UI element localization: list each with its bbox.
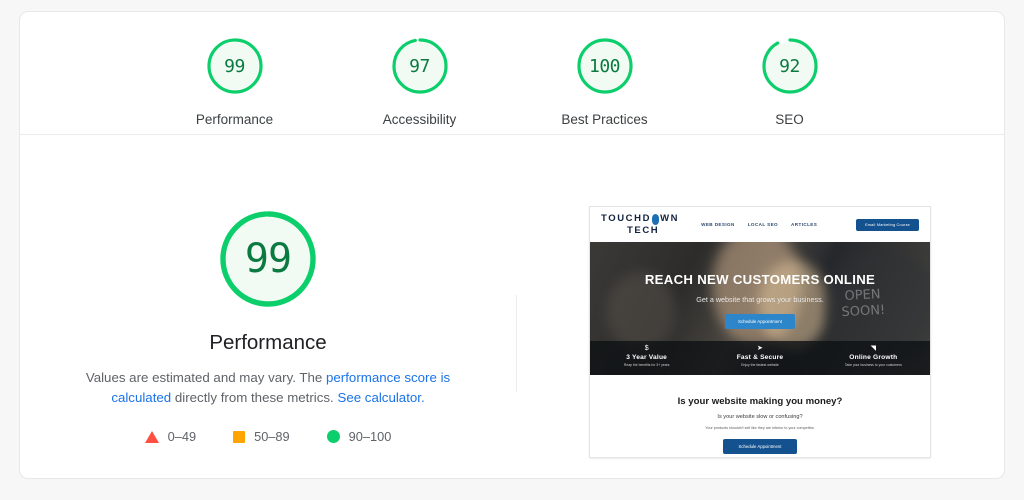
hero-heading: REACH NEW CUSTOMERS ONLINE (644, 272, 876, 287)
feature-online-growth: ◥ Online Growth Take your business to yo… (817, 341, 930, 375)
legend-label-fail: 0–49 (167, 429, 197, 444)
gauge-seo-small: 92 (759, 35, 821, 97)
triangle-icon (144, 430, 159, 443)
feature-title-1: 3 Year Value (626, 354, 668, 361)
see-calculator-link[interactable]: See calculator. (337, 390, 424, 405)
score-item-seo[interactable]: 92 SEO (727, 35, 852, 127)
gauge-performance-small: 99 (204, 35, 266, 97)
thumbnail-site-nav: WEB DESIGN LOCAL SEO ARTICLES (701, 222, 817, 227)
score-label-best-practices: Best Practices (561, 112, 648, 127)
nav-item-articles: ARTICLES (791, 222, 818, 227)
page-title: Performance (209, 331, 327, 354)
nav-item-local-seo: LOCAL SEO (747, 222, 779, 227)
performance-detail-column: 99 Performance Values are estimated and … (20, 135, 516, 444)
lower-sub-2: Your products shouldn't sell like they a… (705, 426, 815, 430)
chart-icon: ◥ (870, 345, 877, 352)
lower-cta-button: Schedule Appointment (723, 439, 797, 454)
pagespeed-report: 99 Performance 97 Accessibility 100 Best… (0, 0, 1024, 500)
score-summary-strip: 99 Performance 97 Accessibility 100 Best… (20, 12, 1004, 135)
feature-sub-2: Enjoy the fastest website (741, 363, 779, 367)
gauge-performance-large-value: 99 (244, 236, 292, 282)
page-screenshot-column: TOUCHD WN TECH WEB DESIGN LOCAL SEO ARTIC… (516, 135, 1004, 458)
nav-item-web-design: WEB DESIGN (701, 222, 735, 227)
gauge-performance-value: 99 (224, 55, 245, 77)
site-logo: TOUCHD WN TECH (601, 213, 679, 236)
lower-heading: Is your website making you money? (677, 396, 843, 407)
lower-sub-1: Is your website slow or confusing? (717, 414, 803, 420)
legend-item-average: 50–89 (233, 429, 290, 444)
site-logo-text-1: TOUCHD (601, 213, 652, 224)
thumbnail-header-cta-button: Email Marketing Course (856, 218, 919, 231)
site-logo-line1: TOUCHD WN (601, 213, 680, 226)
score-label-seo: SEO (775, 112, 804, 127)
site-logo-line2: TECH (627, 225, 660, 237)
feature-sub-1: Reap the benefits for 3+ years (623, 363, 670, 367)
score-label-accessibility: Accessibility (382, 112, 457, 127)
legend-label-average: 50–89 (254, 429, 290, 444)
rocket-icon: ➤ (757, 345, 763, 352)
description-middle: directly from these metrics. (171, 390, 338, 405)
gauge-accessibility-small: 97 (389, 35, 451, 97)
thumbnail-hero-content: REACH NEW CUSTOMERS ONLINE Get a website… (590, 242, 930, 329)
square-icon (233, 430, 246, 443)
feature-sub-3: Take your business to your customers (844, 363, 902, 367)
football-icon (652, 214, 660, 226)
score-item-best-practices[interactable]: 100 Best Practices (542, 35, 667, 127)
score-gauges-row: 99 Performance 97 Accessibility 100 Best… (172, 35, 852, 127)
feature-title-3: Online Growth (849, 354, 898, 361)
score-item-accessibility[interactable]: 97 Accessibility (357, 35, 482, 127)
page-screenshot-thumbnail[interactable]: TOUCHD WN TECH WEB DESIGN LOCAL SEO ARTIC… (589, 206, 931, 458)
thumbnail-feature-band: $ 3 Year Value Reap the benefits for 3+ … (590, 341, 930, 375)
thumbnail-lower-section: Is your website making you money? Is you… (590, 375, 930, 457)
circle-icon (326, 430, 340, 443)
site-logo-text-2: WN (660, 213, 680, 224)
hero-cta-button: Schedule Appointment (725, 314, 795, 329)
feature-title-2: Fast & Secure (736, 354, 784, 361)
dollar-icon: $ (644, 345, 649, 352)
gauge-seo-value: 92 (779, 55, 800, 77)
report-card: 99 Performance 97 Accessibility 100 Best… (19, 11, 1005, 479)
feature-3-year-value: $ 3 Year Value Reap the benefits for 3+ … (590, 341, 703, 375)
hero-subheading: Get a website that grows your business. (696, 295, 824, 304)
score-label-performance: Performance (195, 112, 274, 127)
gauge-performance-large: 99 (214, 205, 322, 313)
legend-item-fail: 0–49 (144, 429, 197, 444)
score-item-performance[interactable]: 99 Performance (172, 35, 297, 127)
gauge-accessibility-value: 97 (409, 55, 430, 77)
performance-description: Values are estimated and may vary. The p… (58, 368, 478, 408)
gauge-best-practices-value: 100 (588, 55, 621, 77)
description-prefix: Values are estimated and may vary. The (85, 370, 327, 385)
gauge-best-practices-small: 100 (574, 35, 636, 97)
legend-label-pass: 90–100 (348, 429, 392, 444)
thumbnail-site-header: TOUCHD WN TECH WEB DESIGN LOCAL SEO ARTIC… (590, 207, 930, 242)
legend-item-pass: 90–100 (326, 429, 392, 444)
score-legend: 0–49 50–89 90–100 (144, 429, 392, 444)
report-body: 99 Performance Values are estimated and … (20, 135, 1004, 478)
feature-fast-secure: ➤ Fast & Secure Enjoy the fastest websit… (703, 341, 816, 375)
